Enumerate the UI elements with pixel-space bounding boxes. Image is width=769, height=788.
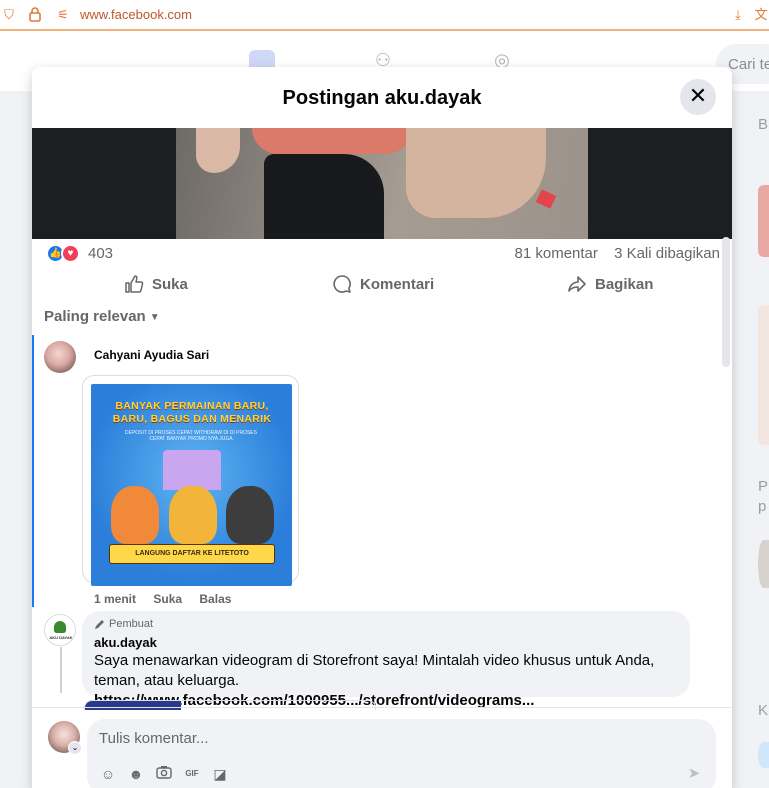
post-photo[interactable] (176, 128, 588, 239)
comment-composer: ☺ ☻ GIF ◪ ➤ (87, 719, 716, 788)
comment-body: Saya menawarkan videogram di Storefront … (94, 652, 655, 689)
comment-button[interactable]: Komentari (332, 270, 434, 298)
avatar-sticker-icon[interactable]: ☺ (99, 765, 117, 783)
castle-illustration (163, 450, 221, 490)
comment-image[interactable]: BANYAK PERMAINAN BARU, BARU, BAGUS DAN M… (82, 375, 299, 586)
promo-ribbon: LANGUNG DAFTAR KE LITETOTO (109, 544, 275, 564)
promo-headline: BANYAK PERMAINAN BARU, BARU, BAGUS DAN M… (112, 400, 272, 425)
photo-arm (196, 128, 240, 173)
comment-author[interactable]: Cahyani Ayudia Sari (94, 348, 209, 362)
site-settings-icon[interactable]: ⚟ (54, 6, 72, 24)
share-label: Bagikan (595, 275, 654, 293)
comment-label: Komentari (360, 275, 435, 293)
avatar[interactable]: AKU DAYAK (44, 614, 76, 646)
modal-title: Postingan aku.dayak (282, 87, 482, 109)
camera-icon[interactable] (155, 765, 173, 783)
url-bar[interactable]: www.facebook.com (80, 7, 192, 22)
browser-toolbar: ⛉ ⚟ www.facebook.com ⤓ 文 (0, 0, 769, 31)
post-stats: 81 komentar 3 Kali dibagikan (515, 245, 720, 262)
right-rail-text: K (758, 702, 769, 719)
right-rail-avatar[interactable] (758, 540, 769, 588)
divider (32, 707, 732, 708)
avatar[interactable] (44, 341, 76, 373)
shield-icon[interactable]: ⛉ (0, 6, 18, 24)
close-icon[interactable]: ✕ (680, 79, 716, 115)
right-rail-avatar[interactable] (758, 742, 769, 768)
translate-icon[interactable]: 文 (752, 6, 769, 24)
shares-count[interactable]: 3 Kali dibagikan (614, 245, 720, 262)
caret-down-icon: ▼ (149, 312, 160, 323)
right-rail-text: B (758, 116, 769, 133)
fox-character (111, 486, 159, 544)
photo-shirt (252, 128, 412, 154)
right-rail-thumbnail[interactable] (758, 185, 769, 257)
photo-arm (406, 128, 546, 218)
sort-label: Paling relevan (44, 308, 146, 325)
badger-character (226, 486, 274, 544)
send-icon[interactable]: ➤ (685, 765, 703, 783)
reply-thread-line (60, 647, 62, 693)
like-label: Suka (152, 275, 188, 293)
love-reaction-icon: ♥ (61, 244, 80, 263)
comment-icon (333, 275, 351, 293)
plant-logo-icon (54, 621, 66, 633)
comment-input[interactable] (99, 727, 689, 749)
modal-scrollbar[interactable] (722, 237, 730, 367)
comment-meta: 1 menit Suka Balas (94, 592, 245, 606)
share-button[interactable]: Bagikan (567, 270, 653, 298)
right-rail-thumbnail[interactable] (758, 305, 769, 445)
author-badge-label: Pembuat (109, 618, 154, 630)
highlight-thread-line (32, 335, 34, 607)
post-actions: Suka Komentari Bagikan (32, 270, 732, 298)
comment-sort-dropdown[interactable]: Paling relevan ▼ (44, 308, 160, 325)
share-icon (568, 276, 586, 292)
link-preview-image (85, 701, 181, 710)
lock-icon[interactable] (26, 6, 44, 24)
chevron-down-icon[interactable]: ⌄ (68, 741, 82, 755)
gif-icon[interactable]: GIF (183, 765, 201, 783)
comment-like-button[interactable]: Suka (153, 592, 182, 606)
photo-pants (264, 154, 384, 239)
comment-author[interactable]: aku.dayak (94, 635, 678, 650)
promo-subtext: DEPOSIT DI PROSES CEPAT WITHDRAW DI DI P… (125, 430, 257, 442)
comment-time[interactable]: 1 menit (94, 592, 136, 606)
emoji-icon[interactable]: ☻ (127, 765, 145, 783)
right-rail-text: p (758, 498, 767, 515)
right-rail-text: P (758, 478, 769, 495)
comment-reply-button[interactable]: Balas (199, 592, 231, 606)
download-icon[interactable]: ⤓ (729, 6, 747, 24)
comments-count[interactable]: 81 komentar (515, 245, 598, 262)
comment-bubble: Pembuat aku.dayak Saya menawarkan videog… (82, 611, 690, 709)
sticker-icon[interactable]: ◪ (211, 765, 229, 783)
reaction-count[interactable]: 403 (88, 245, 113, 262)
like-button[interactable]: Suka (124, 270, 188, 298)
thumbs-up-icon (125, 275, 144, 293)
promo-graphic: BANYAK PERMAINAN BARU, BARU, BAGUS DAN M… (91, 384, 292, 586)
pencil-icon (95, 619, 104, 629)
avatar-logo-text: AKU DAYAK (49, 635, 73, 640)
link-preview[interactable] (84, 700, 376, 710)
author-badge: Pembuat (94, 617, 678, 631)
post-media[interactable] (32, 128, 732, 239)
post-modal: Postingan aku.dayak ✕ 👍 ♥ 403 81 komenta… (32, 67, 732, 788)
lion-character (169, 486, 217, 544)
photo-debris (535, 189, 557, 209)
